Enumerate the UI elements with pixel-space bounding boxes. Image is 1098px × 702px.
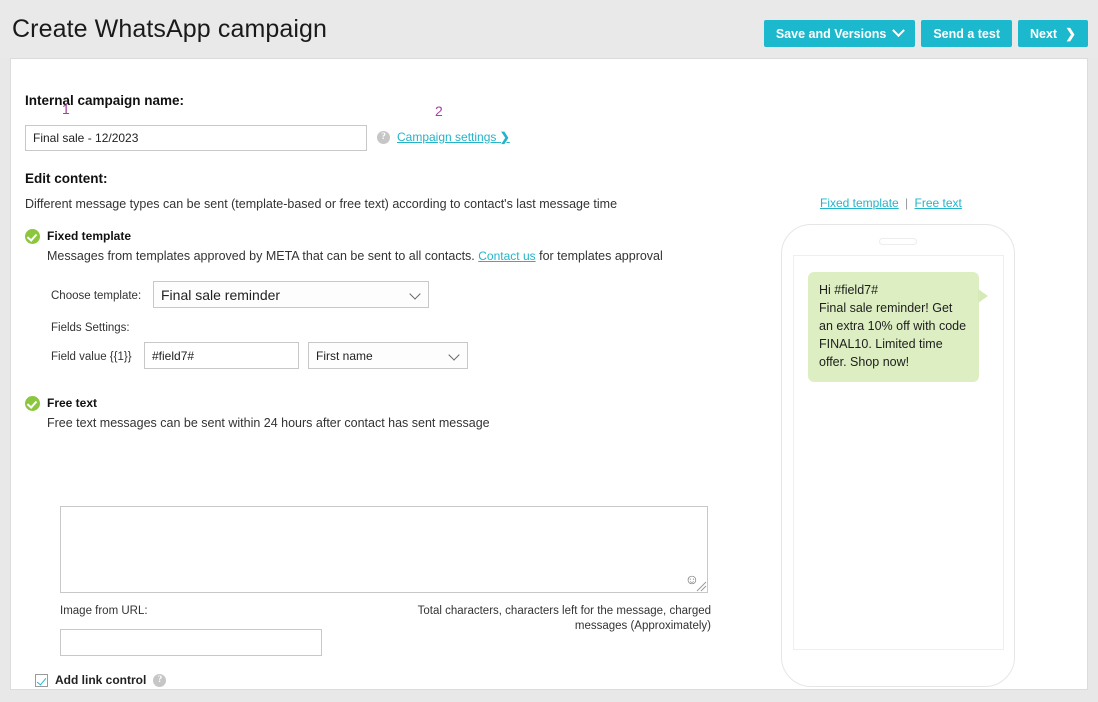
campaign-settings-link[interactable]: Campaign settings ❯: [397, 130, 510, 144]
help-icon[interactable]: ?: [153, 673, 167, 687]
campaign-settings-label: Campaign settings: [397, 130, 497, 144]
save-and-versions-label: Save and Versions: [775, 26, 887, 41]
add-link-control-row[interactable]: Add link control ?: [35, 673, 167, 687]
fixed-template-description: Messages from templates approved by META…: [47, 249, 663, 263]
tab-fixed-template[interactable]: Fixed template: [820, 196, 899, 210]
chevron-down-icon: [892, 24, 906, 38]
phone-screen: Hi #field7# Final sale reminder! Get an …: [793, 255, 1004, 650]
next-button[interactable]: Next ❯: [1018, 20, 1088, 47]
next-label: Next: [1030, 26, 1058, 41]
choose-template-label: Choose template:: [51, 290, 142, 302]
character-counter: Total characters, characters left for th…: [401, 604, 711, 634]
message-bubble: Hi #field7# Final sale reminder! Get an …: [808, 272, 988, 382]
choose-template-select[interactable]: Final sale reminder: [153, 281, 429, 308]
tab-free-text[interactable]: Free text: [915, 196, 962, 210]
image-from-url-label: Image from URL:: [60, 605, 148, 617]
campaign-name-input[interactable]: [25, 125, 367, 151]
fixed-template-description-text: Messages from templates approved by META…: [47, 249, 475, 263]
add-link-control-checkbox[interactable]: [35, 673, 48, 687]
phone-speaker-icon: [879, 238, 917, 245]
check-circle-icon-free-text: [25, 396, 40, 411]
send-a-test-button[interactable]: Send a test: [921, 20, 1012, 47]
free-text-title: Free text: [47, 396, 98, 410]
fixed-template-title: Fixed template: [47, 229, 132, 243]
content-card: Internal campaign name: 1 ? 2 Campaign s…: [10, 58, 1088, 690]
edit-content-heading: Edit content:: [25, 171, 108, 186]
free-text-area-wrapper: ☺: [60, 506, 708, 593]
free-text-description: Free text messages can be sent within 24…: [47, 416, 490, 430]
fields-settings-label: Fields Settings:: [51, 322, 130, 334]
field-value-input[interactable]: [144, 342, 299, 369]
internal-campaign-name-label: Internal campaign name:: [25, 93, 185, 108]
character-counter-line-1: Total characters, characters left for th…: [417, 605, 711, 617]
edit-content-description: Different message types can be sent (tem…: [25, 197, 618, 211]
field-mapping-select[interactable]: First name: [308, 342, 468, 369]
image-from-url-input[interactable]: [60, 629, 322, 656]
save-and-versions-button[interactable]: Save and Versions: [763, 20, 916, 47]
send-a-test-label: Send a test: [933, 26, 1000, 41]
character-counter-line-2: messages (Approximately): [574, 620, 711, 632]
check-circle-icon-fixed-template: [25, 229, 40, 244]
resize-grip-icon[interactable]: [694, 579, 707, 592]
annotation-marker-2: 2: [435, 103, 443, 119]
page-header: Create WhatsApp campaign Save and Versio…: [0, 0, 1098, 58]
page-title: Create WhatsApp campaign: [12, 15, 328, 43]
tab-separator: |: [905, 196, 909, 210]
preview-tabs: Fixed template | Free text: [817, 196, 965, 210]
fixed-template-description-suffix: for templates approval: [539, 249, 663, 263]
page-root: Create WhatsApp campaign Save and Versio…: [0, 0, 1098, 702]
field-mapping-select-wrapper: First name: [308, 342, 468, 369]
header-actions: Save and Versions Send a test Next ❯: [763, 20, 1088, 47]
chevron-right-icon: ❯: [1065, 26, 1076, 41]
chevron-right-icon: ❯: [499, 130, 510, 144]
contact-us-link[interactable]: Contact us: [478, 249, 535, 263]
phone-preview: Hi #field7# Final sale reminder! Get an …: [781, 224, 1015, 687]
add-link-control-label: Add link control: [55, 673, 147, 687]
field-value-label: Field value {{1}}: [51, 351, 132, 363]
help-icon[interactable]: ?: [377, 131, 390, 144]
annotation-marker-1: 1: [62, 101, 70, 117]
choose-template-select-wrapper: Final sale reminder: [153, 281, 429, 308]
free-text-textarea[interactable]: [60, 506, 708, 593]
